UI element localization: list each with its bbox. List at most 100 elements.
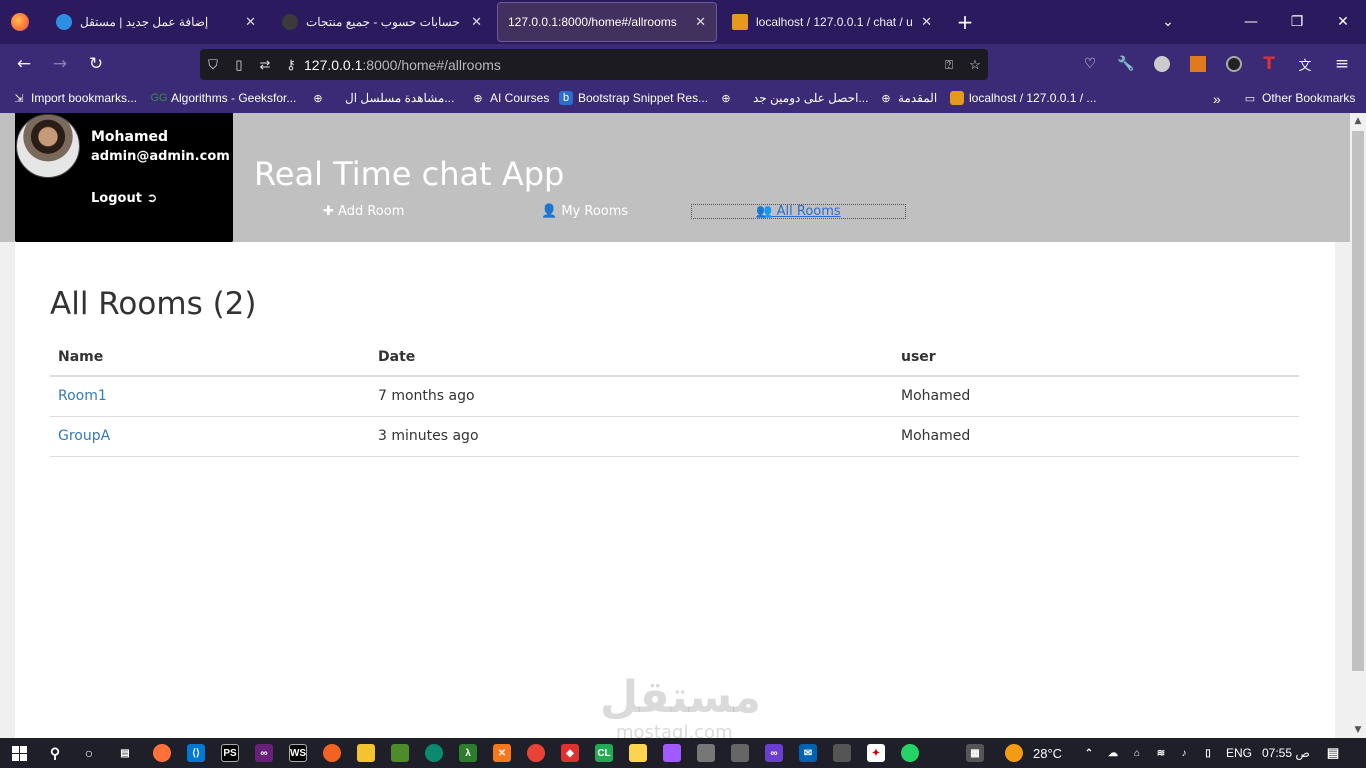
app-header: Mohamed admin@admin.com Logout ➲ Real Ti… bbox=[0, 113, 1350, 242]
cortana-icon[interactable]: ○ bbox=[80, 744, 98, 762]
bookmark-star-icon[interactable]: ☆ bbox=[962, 57, 988, 73]
tab-mostaql[interactable]: إضافة عمل جديد | مستقل ✕ bbox=[46, 2, 266, 42]
mail-icon[interactable]: ✉ bbox=[799, 744, 817, 762]
sublime-icon[interactable] bbox=[323, 744, 341, 762]
tab-phpmyadmin[interactable]: localhost / 127.0.0.1 / chat / use ✕ bbox=[722, 2, 942, 42]
bookmark-intro[interactable]: ⊕ المقدمة bbox=[879, 91, 937, 105]
language-indicator[interactable]: ENG bbox=[1226, 746, 1252, 760]
extension-t-icon[interactable]: T bbox=[1254, 50, 1284, 78]
new-tab-button[interactable]: + bbox=[942, 0, 988, 44]
close-icon[interactable]: ✕ bbox=[245, 14, 256, 30]
page-scrollbar[interactable]: ▲ ▼ bbox=[1350, 113, 1366, 738]
battery-icon[interactable]: ▯ bbox=[1199, 744, 1217, 762]
folder-icon: ▭ bbox=[1244, 92, 1256, 105]
webstorm-icon[interactable]: WS bbox=[289, 744, 307, 762]
app-red-icon[interactable]: ✦ bbox=[867, 744, 885, 762]
bookmark-series[interactable]: ⊕ مشاهدة مسلسل ال... bbox=[311, 91, 454, 105]
menu-hamburger-icon[interactable]: ≡ bbox=[1327, 50, 1357, 78]
window-close-button[interactable]: ✕ bbox=[1320, 0, 1366, 44]
translate-page-icon[interactable]: ⍰ bbox=[936, 57, 962, 73]
logout-button[interactable]: Logout ➲ bbox=[91, 191, 157, 206]
url-bar[interactable]: ⛉ ▯ ⇄ ⚷ 127.0.0.1:8000/home#/allrooms ⍰ … bbox=[200, 49, 988, 80]
close-icon[interactable]: ✕ bbox=[921, 14, 932, 30]
chrome-icon[interactable] bbox=[527, 744, 545, 762]
nav-all-rooms[interactable]: 👥 All Rooms bbox=[691, 204, 906, 219]
network-icon[interactable]: ⌂ bbox=[1128, 744, 1146, 762]
task-view-icon[interactable]: ▤ bbox=[116, 744, 134, 762]
nav-my-rooms[interactable]: 👤 My Rooms bbox=[541, 204, 628, 219]
scroll-up-arrow-icon[interactable]: ▲ bbox=[1350, 113, 1366, 129]
page-icon[interactable]: ▯ bbox=[226, 57, 252, 73]
table-row: Room1 7 months ago Mohamed bbox=[50, 376, 1299, 417]
edge-icon[interactable] bbox=[425, 744, 443, 762]
room-link[interactable]: Room1 bbox=[58, 388, 107, 404]
wifi-icon[interactable]: ≋ bbox=[1152, 744, 1170, 762]
account-icon[interactable] bbox=[1147, 50, 1177, 78]
extension-orange-icon[interactable] bbox=[1183, 50, 1213, 78]
clion-icon[interactable]: CL bbox=[595, 744, 613, 762]
paint-icon[interactable] bbox=[697, 744, 715, 762]
close-icon[interactable]: ✕ bbox=[471, 14, 482, 30]
weather-temp[interactable]: 28°C bbox=[1033, 746, 1062, 761]
wrench-icon[interactable]: 🔧 bbox=[1111, 50, 1141, 78]
room-user-cell: Mohamed bbox=[893, 376, 1299, 417]
scroll-thumb[interactable] bbox=[1352, 131, 1364, 671]
room-link[interactable]: GroupA bbox=[58, 428, 110, 444]
bookmark-ai-courses[interactable]: ⊕ AI Courses bbox=[471, 91, 549, 105]
mostaql-watermark: مستقل bbox=[600, 672, 761, 723]
clock[interactable]: 07:55 ص bbox=[1262, 746, 1310, 760]
more-bookmarks-chevron-icon[interactable]: » bbox=[1213, 91, 1221, 107]
firefox-taskbar-icon[interactable] bbox=[153, 744, 171, 762]
calculator-icon[interactable]: ▦ bbox=[966, 744, 984, 762]
windows-taskbar: ⚲ ○ ▤ ⟨⟩ PS ∞ WS λ ✕ ◆ CL ∞ ✉ ✦ ▦ 28°C ⌃… bbox=[0, 738, 1366, 768]
bookmark-bootstrap-snippets[interactable]: b Bootstrap Snippet Res... bbox=[559, 91, 708, 105]
firefox-logo-icon[interactable] bbox=[0, 0, 40, 44]
network-tool-icon[interactable] bbox=[833, 744, 851, 762]
bookmark-domain[interactable]: ⊕ احصل على دومين جد... bbox=[719, 91, 868, 105]
search-icon[interactable]: ⚲ bbox=[46, 744, 64, 762]
globe-icon: ⊕ bbox=[721, 92, 731, 105]
git-icon[interactable] bbox=[391, 744, 409, 762]
scroll-down-arrow-icon[interactable]: ▼ bbox=[1350, 722, 1366, 738]
volume-icon[interactable]: ♪ bbox=[1175, 744, 1193, 762]
bookmark-geeksforgeeks[interactable]: GG Algorithms - Geeksfor... bbox=[150, 91, 296, 105]
bookmark-import[interactable]: ⇲ Import bookmarks... bbox=[12, 91, 137, 105]
restore-button[interactable]: ❐ bbox=[1274, 0, 1320, 44]
plus-icon: ✚ bbox=[323, 204, 334, 219]
notifications-icon[interactable]: ▤ bbox=[1324, 744, 1342, 762]
close-icon[interactable]: ✕ bbox=[695, 14, 706, 30]
phpstorm-icon[interactable]: PS bbox=[221, 744, 239, 762]
notes-icon[interactable] bbox=[629, 744, 647, 762]
table-row: GroupA 3 minutes ago Mohamed bbox=[50, 416, 1299, 457]
list-tabs-chevron-icon[interactable]: ⌄ bbox=[1145, 0, 1191, 44]
back-arrow-icon[interactable]: ← bbox=[9, 50, 39, 78]
key-icon[interactable]: ⚷ bbox=[278, 57, 304, 73]
tray-chevron-icon[interactable]: ⌃ bbox=[1080, 744, 1098, 762]
bookmark-phpmyadmin[interactable]: localhost / 127.0.0.1 / ... bbox=[950, 91, 1096, 105]
capture-icon[interactable] bbox=[731, 744, 749, 762]
figma-icon[interactable] bbox=[663, 744, 681, 762]
extension-dark-icon[interactable] bbox=[1219, 50, 1249, 78]
lambda-icon[interactable]: λ bbox=[459, 744, 477, 762]
minimize-button[interactable]: — bbox=[1228, 0, 1274, 44]
cloud-icon[interactable]: ☁ bbox=[1104, 744, 1122, 762]
file-explorer-icon[interactable] bbox=[357, 744, 375, 762]
bookmark-other[interactable]: ▭ Other Bookmarks bbox=[1243, 91, 1356, 105]
anydesk-icon[interactable]: ◆ bbox=[561, 744, 579, 762]
windows-start-icon[interactable] bbox=[10, 744, 28, 762]
nav-add-room[interactable]: ✚ Add Room bbox=[323, 204, 404, 219]
room-name-cell: GroupA bbox=[50, 416, 370, 457]
shield-icon[interactable]: ⛉ bbox=[200, 57, 226, 73]
pocket-icon[interactable]: ♡ bbox=[1075, 50, 1105, 78]
vscode-icon[interactable]: ⟨⟩ bbox=[187, 744, 205, 762]
tab-hsoub[interactable]: حسابات حسوب - جميع منتجات ✕ bbox=[272, 2, 492, 42]
visual-studio-icon[interactable]: ∞ bbox=[255, 744, 273, 762]
app-icon[interactable]: ∞ bbox=[765, 744, 783, 762]
xampp-icon[interactable]: ✕ bbox=[493, 744, 511, 762]
translate-icon[interactable]: 文 bbox=[1290, 50, 1320, 78]
reload-icon[interactable]: ↻ bbox=[81, 50, 111, 78]
tab-allrooms[interactable]: 127.0.0.1:8000/home#/allrooms ✕ bbox=[497, 2, 717, 42]
permissions-icon[interactable]: ⇄ bbox=[252, 57, 278, 73]
whatsapp-icon[interactable] bbox=[901, 744, 919, 762]
forward-arrow-icon[interactable]: → bbox=[45, 50, 75, 78]
